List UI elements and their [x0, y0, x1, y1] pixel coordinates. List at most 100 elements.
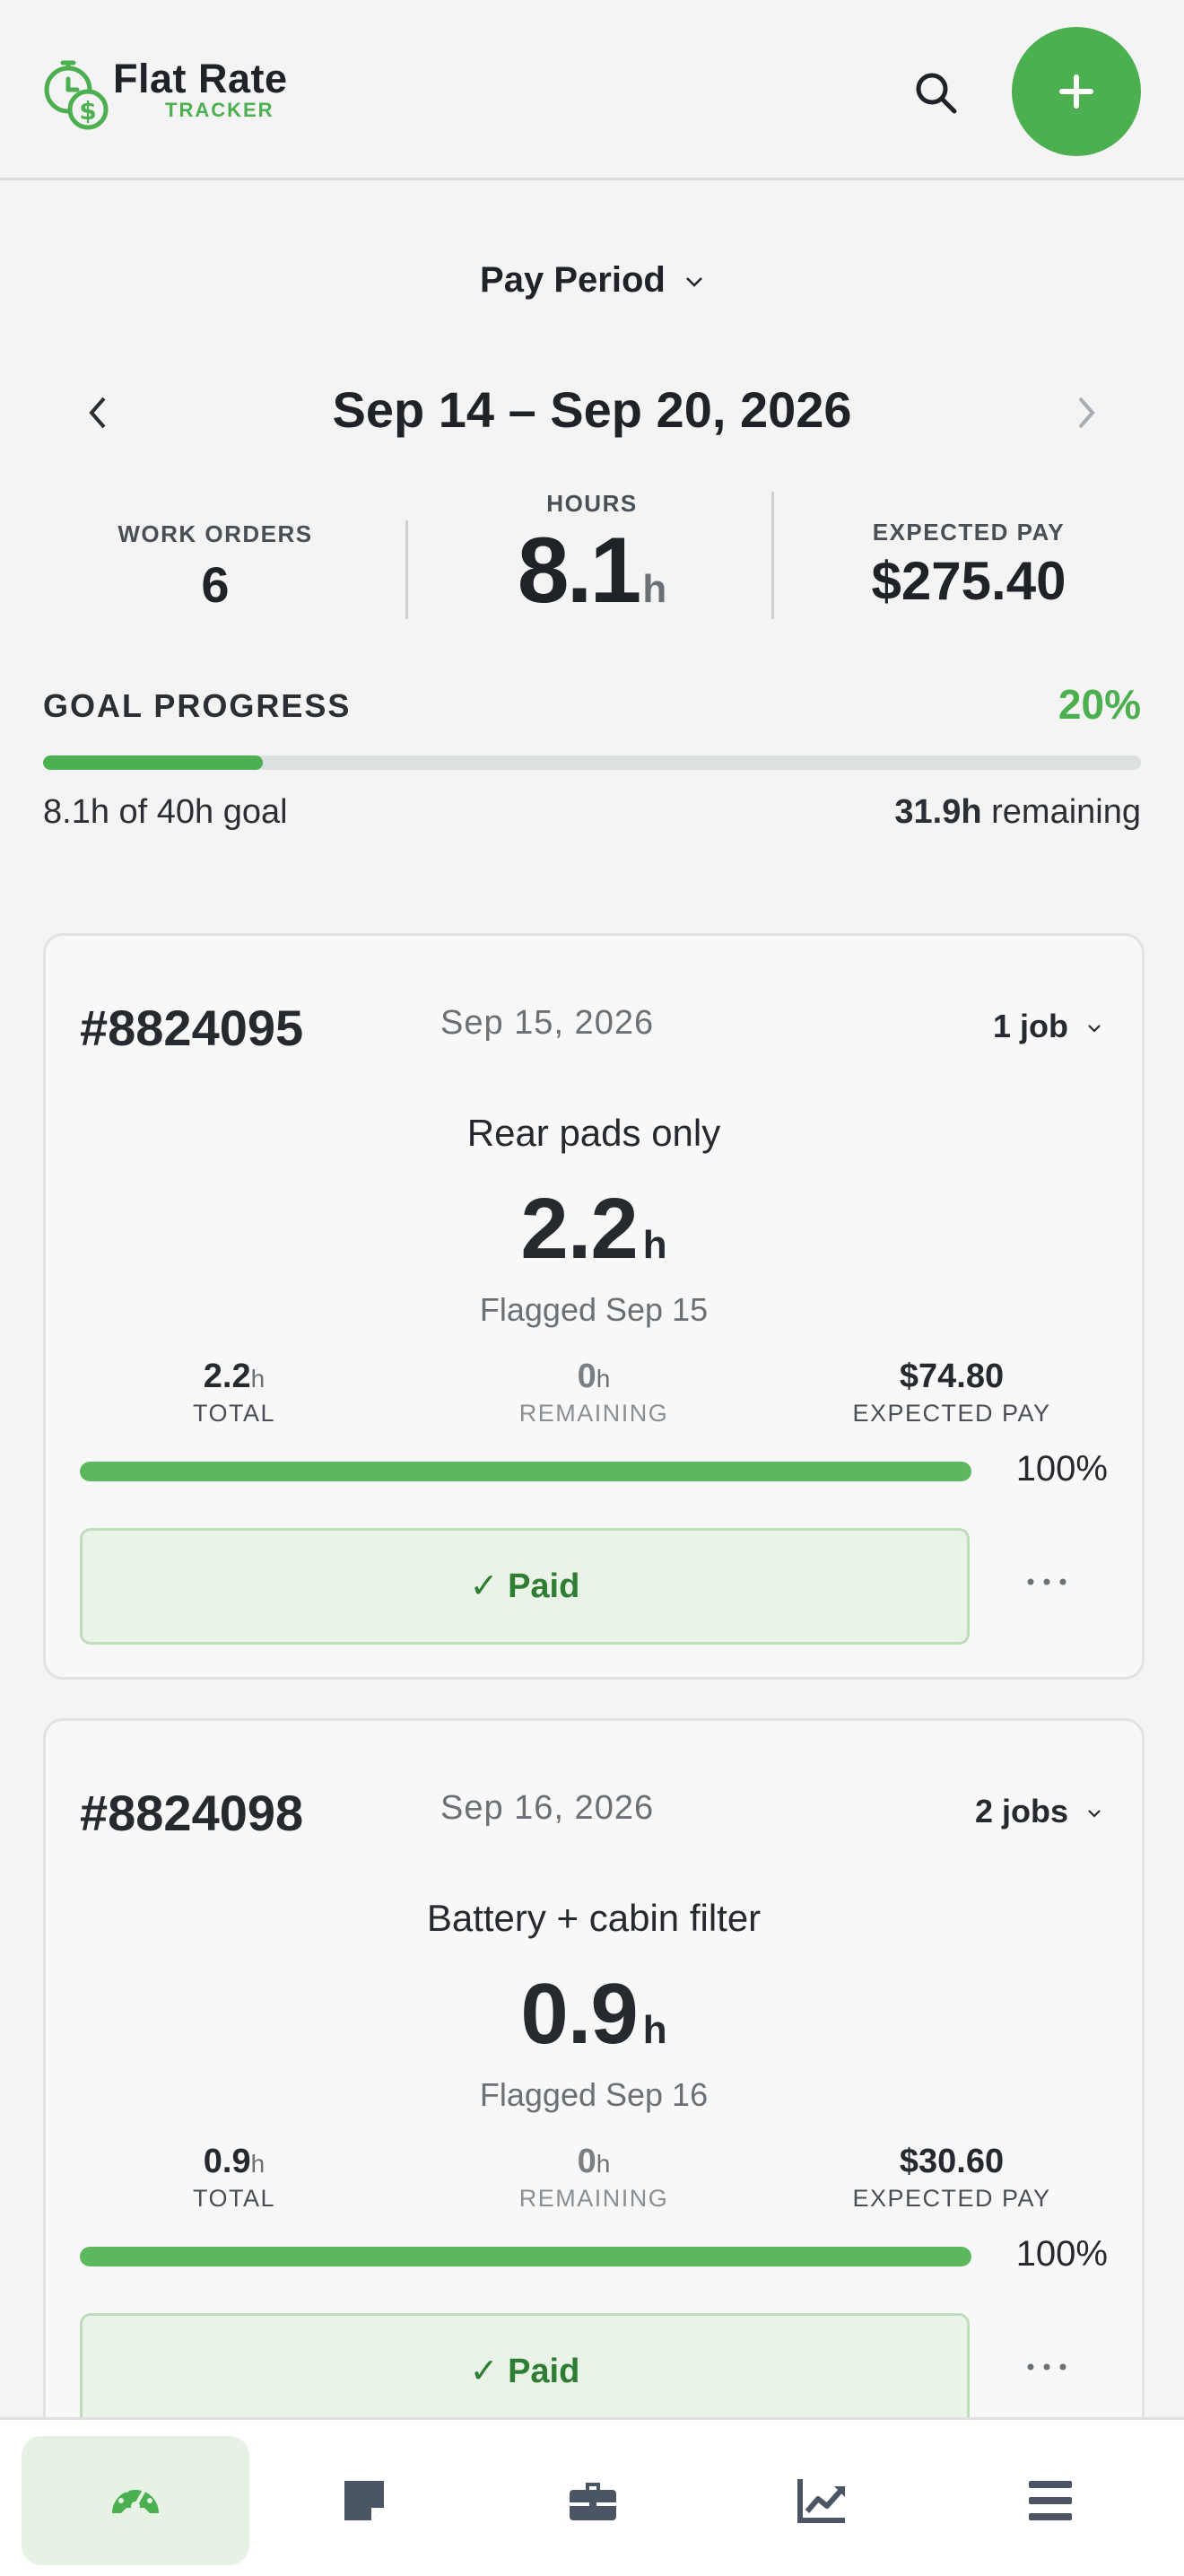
- jobs-icon: [570, 2483, 616, 2520]
- goal-remaining: 31.9h remaining: [894, 793, 1141, 832]
- card-expected-pay-value: $30.60: [899, 2143, 1005, 2180]
- goal-progress-percent: 20%: [1058, 681, 1141, 728]
- hours-value-row: 8.1h: [448, 521, 736, 639]
- hours-stat: HOURS 8.1h: [448, 490, 736, 639]
- next-period-button[interactable]: [1069, 386, 1105, 440]
- work-order-card[interactable]: #8824098 Sep 16, 2026 2 jobs Battery + c…: [43, 1718, 1145, 2465]
- date-range-navigator: Sep 14 – Sep 20, 2026: [0, 377, 1184, 449]
- remaining-hours-number: 0: [577, 1358, 596, 1395]
- work-order-hours-value: 0.9: [520, 1966, 638, 2062]
- more-horizontal-icon: [1027, 1578, 1066, 1585]
- nav-menu[interactable]: [936, 2436, 1164, 2565]
- notes-icon: [344, 2481, 384, 2520]
- work-order-hours-unit: h: [642, 1223, 667, 1267]
- goal-progress-bar: [43, 755, 1141, 770]
- nav-dashboard[interactable]: [22, 2436, 249, 2565]
- flagged-date: Flagged Sep 16: [479, 2076, 709, 2113]
- svg-text:$: $: [79, 96, 96, 126]
- card-expected-pay-label: EXPECTED PAY: [852, 2185, 1051, 2212]
- app-logo: $ Flat Rate TRACKER: [39, 50, 335, 133]
- more-options-button[interactable]: [1020, 1564, 1074, 1600]
- app-subtitle: TRACKER: [165, 99, 274, 121]
- work-order-date: Sep 16, 2026: [440, 1789, 655, 1827]
- date-range-title: Sep 14 – Sep 20, 2026: [332, 381, 852, 438]
- chevron-down-icon: [1088, 1025, 1101, 1034]
- goal-remaining-value: 31.9h: [894, 793, 982, 831]
- remaining-label: REMAINING: [518, 2185, 669, 2212]
- work-order-progress-bar: [80, 1462, 971, 1481]
- work-orders-value: 6: [201, 556, 230, 613]
- total-hours-value: 0.9h: [100, 2143, 369, 2181]
- hours-unit: h: [642, 567, 667, 611]
- pay-period-label: Pay Period: [480, 260, 666, 300]
- work-order-card[interactable]: #8824095 Sep 15, 2026 1 job Rear pads on…: [43, 933, 1145, 1680]
- total-hours-stat: 0.9h TOTAL: [100, 2143, 369, 2213]
- more-options-button[interactable]: [1020, 2349, 1074, 2385]
- nav-jobs[interactable]: [479, 2436, 707, 2565]
- work-order-hours-value: 2.2: [520, 1181, 638, 1277]
- hours-value: 8.1: [517, 519, 642, 623]
- plus-icon: [1059, 74, 1093, 109]
- hours-label: HOURS: [546, 490, 638, 517]
- card-expected-pay-stat: $30.60 EXPECTED PAY: [817, 2143, 1086, 2213]
- jobs-count: 2 jobs: [974, 1793, 1068, 1829]
- remaining-hours-value: 0h: [459, 2143, 728, 2181]
- work-order-description: Battery + cabin filter: [426, 1897, 762, 1939]
- jobs-dropdown[interactable]: 1 job: [993, 1008, 1102, 1045]
- work-order-description: Rear pads only: [466, 1112, 721, 1154]
- total-hours-value: 2.2h: [100, 1358, 369, 1396]
- reports-icon: [797, 2479, 845, 2523]
- goal-remaining-label: remaining: [991, 793, 1141, 831]
- total-hours-number: 0.9: [203, 2143, 251, 2180]
- jobs-dropdown[interactable]: 2 jobs: [975, 1793, 1102, 1830]
- flagged-date: Flagged Sep 15: [479, 1291, 709, 1328]
- pay-period-dropdown[interactable]: Pay Period: [0, 260, 1184, 301]
- work-order-date: Sep 15, 2026: [440, 1004, 655, 1042]
- work-order-progress-percent: 100%: [1015, 2234, 1108, 2274]
- remaining-hours-number: 0: [577, 2143, 596, 2180]
- expected-pay-label: EXPECTED PAY: [872, 519, 1066, 546]
- stat-divider: [771, 492, 774, 619]
- search-button[interactable]: [911, 68, 962, 118]
- stopwatch-dollar-logo: $: [44, 60, 109, 130]
- work-order-hours-unit: h: [642, 2008, 667, 2052]
- work-order-progress-bar: [80, 2247, 971, 2266]
- search-icon: [916, 73, 957, 114]
- total-hours-stat: 2.2h TOTAL: [100, 1358, 369, 1428]
- remaining-hours-value: 0h: [459, 1358, 728, 1396]
- work-order-hours: 2.2 h: [46, 1180, 1142, 1279]
- add-work-order-button[interactable]: [1012, 27, 1141, 156]
- stat-divider: [405, 520, 408, 619]
- app-name: Flat Rate: [113, 56, 288, 101]
- paid-status-button[interactable]: ✓ Paid: [80, 1528, 970, 1645]
- work-order-progress-fill: [80, 2247, 971, 2266]
- app-header: $ Flat Rate TRACKER: [0, 0, 1184, 180]
- expected-pay-stat: EXPECTED PAY $275.40: [825, 519, 1112, 612]
- remaining-hours-unit: h: [596, 1365, 611, 1393]
- chevron-down-icon: [1088, 1810, 1101, 1819]
- work-order-id: #8824095: [80, 1000, 304, 1056]
- goal-summary: 8.1h of 40h goal: [43, 793, 288, 831]
- chevron-right-icon: [1078, 397, 1095, 429]
- goal-progress-label: GOAL PROGRESS: [43, 687, 352, 724]
- dashboard-icon: [112, 2483, 159, 2513]
- chevron-down-icon: [686, 277, 702, 288]
- work-order-progress-fill: [80, 1462, 971, 1481]
- nav-notes[interactable]: [250, 2436, 478, 2565]
- menu-icon: [1029, 2481, 1072, 2520]
- goal-progress-fill: [43, 755, 263, 770]
- work-order-id: #8824098: [80, 1785, 304, 1841]
- work-orders-label: WORK ORDERS: [118, 520, 313, 547]
- total-hours-number: 2.2: [203, 1358, 251, 1395]
- more-horizontal-icon: [1027, 2363, 1066, 2371]
- remaining-hours-stat: 0h REMAINING: [459, 2143, 728, 2213]
- work-order-hours: 0.9 h: [46, 1965, 1142, 2064]
- remaining-hours-stat: 0h REMAINING: [459, 1358, 728, 1428]
- work-order-progress-percent: 100%: [1015, 1449, 1108, 1489]
- bottom-navigation: [0, 2417, 1184, 2576]
- total-label: TOTAL: [192, 2185, 276, 2212]
- total-hours-unit: h: [250, 2150, 266, 2178]
- nav-reports[interactable]: [708, 2436, 936, 2565]
- paid-status-button[interactable]: ✓ Paid: [80, 2313, 970, 2430]
- remaining-hours-unit: h: [596, 2150, 611, 2178]
